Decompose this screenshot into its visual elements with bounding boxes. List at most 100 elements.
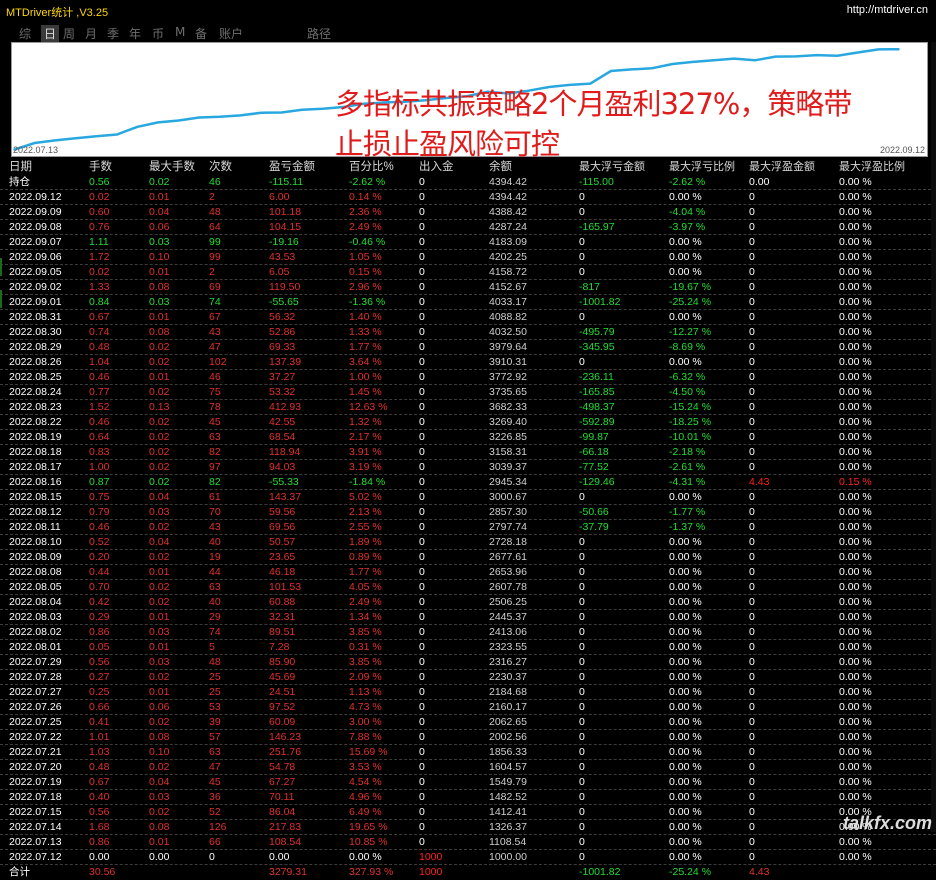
cell-col3: 29 (209, 611, 221, 623)
cell-col0: 2022.08.18 (9, 446, 62, 458)
cell-col6: 0 (419, 506, 425, 518)
equity-point (301, 109, 303, 111)
cell-col1: 0.76 (89, 221, 110, 233)
cell-col10: 0 (749, 251, 755, 263)
tab-9[interactable]: 账户 (219, 25, 243, 42)
cell-col10: 0 (749, 686, 755, 698)
table-header-row: 日期 手数 最大手数 次数 盈亏金额 百分比% 出入金 余额 最大浮亏金额 最大浮亏比例 最大浮盈金… (0, 160, 936, 175)
tab-6[interactable]: 币 (152, 25, 164, 42)
tab-7[interactable]: M (175, 25, 185, 39)
cell-col8: 0 (579, 311, 585, 323)
equity-point (671, 63, 674, 65)
cell-col5: 3.00 % (349, 716, 382, 728)
cell-col7: 2506.25 (489, 596, 527, 608)
cell-col10: 0 (749, 821, 755, 833)
cell-col4: 70.11 (269, 791, 295, 803)
cell-col5: 3.53 % (349, 761, 382, 773)
cell-col4: 251.76 (269, 746, 302, 758)
cell-col4: 59.56 (269, 506, 296, 518)
equity-point (836, 54, 839, 57)
cell-col8: 最大浮亏金额 (579, 161, 645, 173)
cell-col6: 0 (419, 716, 425, 728)
equity-point (136, 126, 139, 128)
cell-col7: 3772.92 (489, 371, 527, 383)
cell-col7: 2413.06 (489, 626, 527, 638)
tab-5[interactable]: 年 (129, 25, 141, 42)
cell-col11: 0.00 % (839, 386, 872, 398)
cell-col3: 45 (209, 776, 221, 788)
cell-col5: 4.54 % (349, 776, 382, 788)
cell-col11: 0.00 % (839, 551, 872, 563)
cell-col5: -0.46 % (349, 236, 386, 248)
cell-col0: 2022.08.15 (9, 491, 62, 503)
cell-col7: 2445.37 (489, 611, 527, 623)
tab-1[interactable]: 日 (41, 25, 60, 42)
cell-col7: 1108.54 (489, 836, 527, 848)
cell-col1: 0.27 (89, 671, 110, 683)
cell-col5: 4.05 % (349, 581, 382, 593)
cell-col4: 94.03 (269, 461, 296, 473)
cell-col4: 60.88 (269, 596, 296, 608)
cell-col3: 126 (209, 821, 227, 833)
cell-col2: 0.06 (149, 221, 170, 233)
cell-col7: 2062.65 (489, 716, 527, 728)
cell-col2: 0.08 (149, 326, 170, 338)
cell-col9: -3.97 % (669, 221, 706, 233)
cell-col1: 0.42 (89, 596, 110, 608)
cell-col9: 0.00 % (669, 266, 702, 278)
cell-col9: 0.00 % (669, 536, 702, 548)
cell-col10: 0 (749, 551, 755, 563)
tab-2[interactable]: 周 (63, 25, 75, 42)
cell-col3: 40 (209, 596, 221, 608)
cell-col7: 3158.31 (489, 446, 527, 458)
cell-col8: 0 (579, 731, 585, 743)
table-row: 持仓 0.56 0.02 46 -115.11 -2.62 % 0 4394.42 -115.0… (0, 175, 936, 190)
cell-col4: 68.54 (269, 431, 296, 443)
cell-col7: 4394.42 (489, 176, 527, 188)
cell-col10: 0.00 (749, 176, 770, 188)
cell-col10: 0 (749, 371, 755, 383)
cell-col4: -55.65 (269, 296, 299, 308)
cell-col2: 0.03 (149, 656, 170, 668)
cell-col8: 0 (579, 491, 585, 503)
tab-10[interactable]: 路径 (307, 25, 331, 42)
cell-col7: 3910.31 (489, 356, 527, 368)
cell-col6: 0 (419, 761, 425, 773)
cell-col2: 0.04 (149, 491, 170, 503)
cell-col8: 0 (579, 821, 585, 833)
cell-col10: 0 (749, 416, 755, 428)
table-row: 2022.07.22 1.01 0.08 57 146.23 7.88 % 0 2002.56… (0, 730, 936, 745)
cell-col0: 2022.07.12 (9, 851, 62, 863)
tab-0[interactable]: 综 (19, 25, 31, 42)
cell-col6: 0 (419, 386, 425, 398)
tab-8[interactable]: 备 (195, 25, 207, 42)
cell-col11: 0.00 % (839, 491, 872, 503)
cell-col3: 63 (209, 581, 221, 593)
cell-col4: 104.15 (269, 221, 302, 233)
vertical-scrollbar[interactable] (931, 42, 936, 832)
table-row: 2022.07.20 0.48 0.02 47 54.78 3.53 % 0 1604.57 0… (0, 760, 936, 775)
cell-col1: 1.00 (89, 461, 110, 473)
cell-col5: 2.49 % (349, 596, 382, 608)
tab-4[interactable]: 季 (107, 25, 119, 42)
cell-col8: 0 (579, 761, 585, 773)
tab-3[interactable]: 月 (85, 25, 97, 42)
cell-col4: 69.56 (269, 521, 296, 533)
cell-col4: 52.86 (269, 326, 296, 338)
cell-col11: 0.00 % (839, 206, 872, 218)
cell-col11: 0.00 % (839, 446, 872, 458)
cell-col11: 0.00 % (839, 521, 872, 533)
cell-col10: 0 (749, 641, 755, 653)
cell-col6: 0 (419, 191, 425, 203)
cell-col1: 0.40 (89, 791, 110, 803)
cell-col2: 0.02 (149, 446, 170, 458)
cell-col1: 0.64 (89, 431, 110, 443)
cell-col7: 2677.61 (489, 551, 527, 563)
cell-col2: 0.04 (149, 536, 170, 548)
cell-col4: 7.28 (269, 641, 290, 653)
table-row: 2022.08.25 0.46 0.01 46 37.27 1.00 % 0 3772.92 -… (0, 370, 936, 385)
table-row: 2022.09.07 1.11 0.03 99 -19.16 -0.46 % 0 4183.0… (0, 235, 936, 250)
cell-col11: 0.00 % (839, 851, 872, 863)
app-url-link[interactable]: http://mtdriver.cn (847, 4, 928, 16)
cell-col0: 2022.08.04 (9, 596, 62, 608)
